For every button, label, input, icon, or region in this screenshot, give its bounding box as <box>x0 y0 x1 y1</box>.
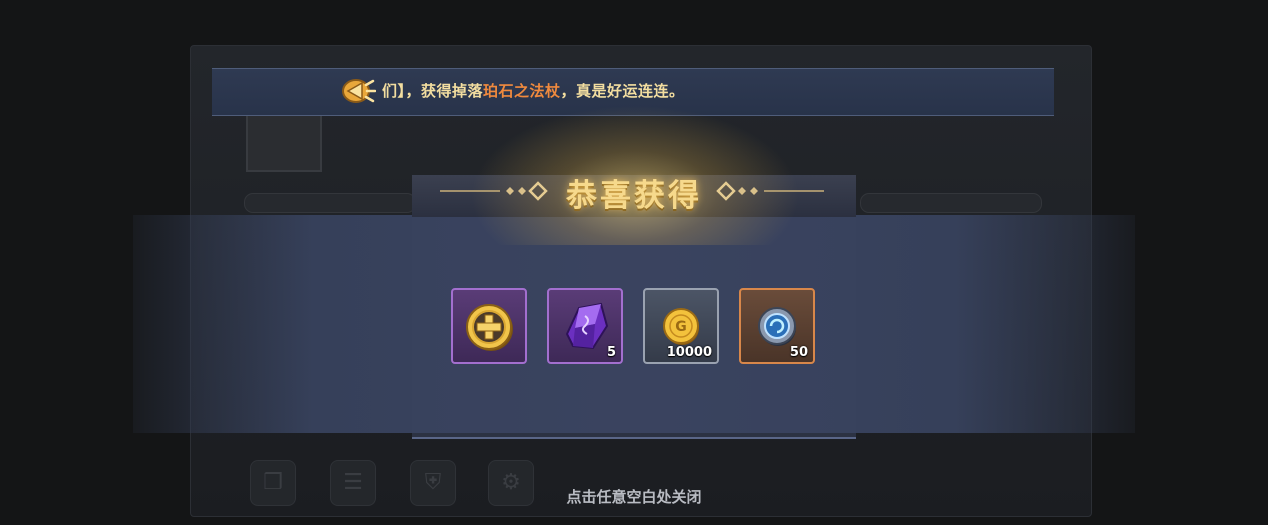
reward-item-count: 5 <box>606 345 616 360</box>
reward-item-slot[interactable]: G 10000 <box>643 288 719 364</box>
gold-cross-token-icon <box>466 304 513 351</box>
reward-title: 恭喜获得 <box>566 178 702 214</box>
close-hint[interactable]: 点击任意空白处关闭 <box>0 486 1268 507</box>
reward-item-slot[interactable] <box>451 288 527 364</box>
reward-item-count: 50 <box>789 345 808 360</box>
announcement-suffix: ，真是好运连连。 <box>560 82 685 100</box>
megaphone-icon <box>342 79 376 103</box>
announcement-text: 们】，获得掉落珀石之法杖，真是好运连连。 <box>382 80 685 101</box>
background-avatar <box>246 112 322 172</box>
announcement-item: 珀石之法杖 <box>483 82 561 100</box>
reward-item-count: 10000 <box>666 345 712 360</box>
reward-item-slot[interactable]: 5 <box>547 288 623 364</box>
svg-text:G: G <box>675 319 687 335</box>
reward-item-slot[interactable]: 50 <box>739 288 815 364</box>
announcement-prefix: 们】，获得掉落 <box>382 82 484 100</box>
